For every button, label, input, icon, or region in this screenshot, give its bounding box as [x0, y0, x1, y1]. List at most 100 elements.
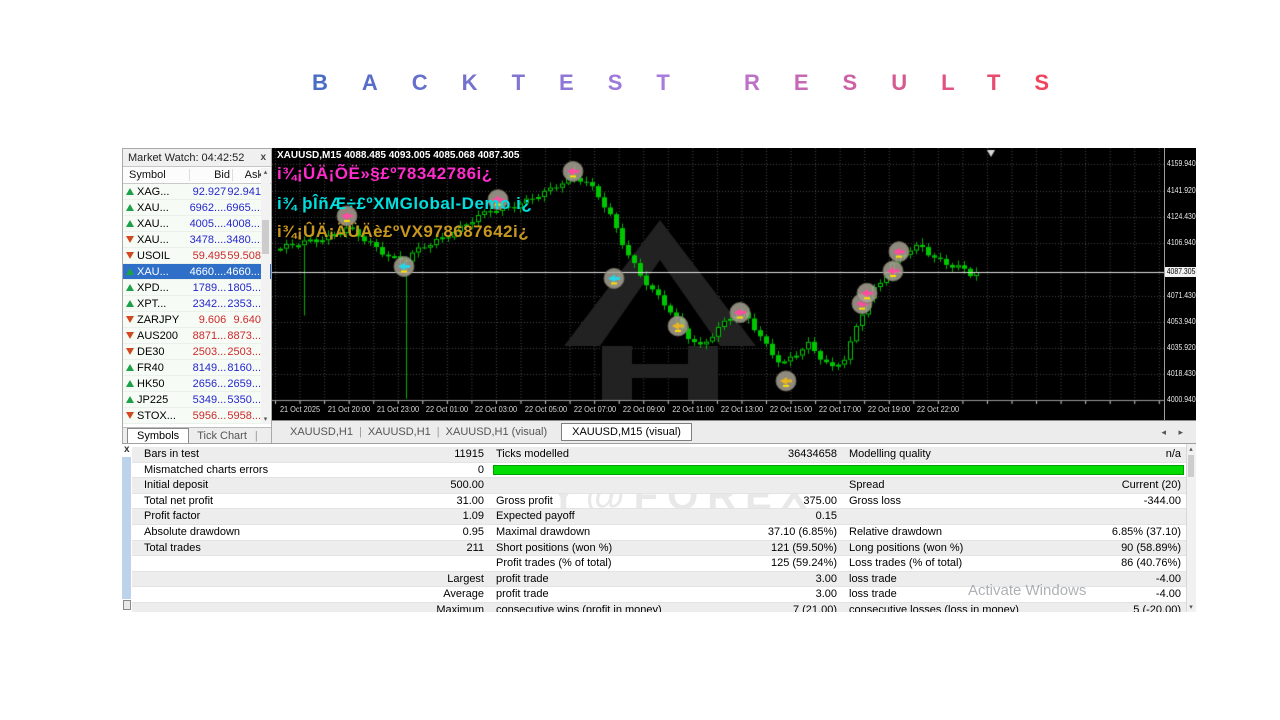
report-row: Bars in test 11915 Ticks modelled 36434658 M… — [132, 447, 1187, 463]
scroll-up-icon[interactable]: ▴ — [1187, 445, 1195, 454]
report-label: Profit trades (% of total) — [496, 557, 612, 570]
report-row: Mismatched charts errors 0 — [132, 463, 1187, 479]
arrow-down-icon — [126, 316, 134, 323]
bid-cell: 8871... — [192, 329, 227, 342]
symbol-label: USOIL — [137, 249, 171, 262]
report-row: Profit factor 1.09 Expected payoff 0.15 — [132, 509, 1187, 525]
report-label: Profit factor — [144, 510, 201, 523]
symbol-label: XPD... — [137, 281, 169, 294]
tab-scroll-arrows-icon[interactable]: ◂ ▸ — [1161, 427, 1188, 438]
report-value: 0 — [477, 463, 484, 476]
page-title: BACKTEST RESULTS — [312, 70, 1083, 96]
market-watch-row[interactable]: ZARJPY 9.606 9.640 — [123, 312, 271, 328]
tab-xauusd-h1-visual-[interactable]: XAUUSD,H1 (visual) — [440, 426, 553, 438]
report-label: Expected payoff — [496, 510, 575, 523]
scrollbar-thumb[interactable] — [1188, 455, 1194, 477]
market-watch-row[interactable]: XAU... 4660.... 4660.... — [123, 264, 271, 280]
report-label: Maximal drawdown — [496, 525, 591, 538]
report-value: 90 (58.89%) — [1121, 541, 1181, 554]
market-watch-row[interactable]: XPT... 2342... 2353... — [123, 296, 271, 312]
symbol-cell: XAU... — [123, 202, 186, 214]
tab-separator: | — [254, 430, 258, 442]
column-bid: Bid — [190, 169, 233, 181]
symbol-label: JP225 — [137, 393, 169, 406]
bid-cell: 2342... — [192, 297, 227, 310]
price-tick-label: 4106.940 — [1167, 237, 1196, 247]
report-value: 0.15 — [815, 510, 837, 523]
bid-cell: 92.927 — [192, 185, 227, 198]
market-watch-row[interactable]: XAU... 6962.... 6965.... — [123, 200, 271, 216]
market-watch-row[interactable]: AUS200 8871... 8873... — [123, 328, 271, 344]
market-watch-row[interactable]: DE30 2503... 2503... — [123, 344, 271, 360]
report-row: Total trades 211 Short positions (won %) 12… — [132, 540, 1187, 557]
market-watch-row[interactable]: XPD... 1789... 1805... — [123, 280, 271, 296]
progress-bar — [493, 464, 1184, 476]
market-watch-panel: Market Watch: 04:42:52 x Symbol Bid Ask … — [122, 148, 272, 444]
report-label: Initial deposit — [144, 479, 209, 492]
symbol-cell: STOX... — [123, 410, 186, 422]
arrow-down-icon — [126, 252, 134, 259]
tab-symbols[interactable]: Symbols — [127, 428, 190, 444]
price-tick-label: 4035.920 — [1167, 343, 1196, 353]
symbol-label: XAG... — [137, 185, 170, 198]
market-watch-scrollbar[interactable]: ▴ ▾ — [261, 168, 270, 424]
report-value: Maximum — [436, 603, 484, 612]
close-icon[interactable]: x — [124, 444, 130, 455]
price-chart-canvas[interactable] — [272, 148, 1164, 420]
market-watch-row[interactable]: USOIL 59.495 59.508 — [123, 248, 271, 264]
scroll-down-icon[interactable]: ▾ — [261, 415, 270, 424]
report-row: Initial deposit 500.00 Spread Current (20) — [132, 478, 1187, 494]
market-watch-row[interactable]: XAU... 4005.... 4008.... — [123, 216, 271, 232]
tab-xauusd-m15-visual-[interactable]: XAUUSD,M15 (visual) — [561, 423, 692, 441]
market-watch-row[interactable]: HK50 2656... 2659... — [123, 376, 271, 392]
time-tick-label: 22 Oct 13:00 — [720, 405, 763, 414]
title-letter: C — [411, 70, 462, 95]
title-letter: E — [559, 70, 608, 95]
symbol-label: FR40 — [137, 361, 164, 374]
scroll-down-icon[interactable]: ▾ — [1187, 603, 1195, 612]
chart-overlay-line-1: i¾¡ÛÄ¡ÕË»§£º78342786i¿ — [277, 164, 493, 183]
report-value: 37.10 (6.85%) — [767, 525, 837, 538]
report-label: Ticks modelled — [496, 448, 569, 460]
bid-cell: 6962.... — [189, 201, 227, 214]
market-watch-header: Symbol Bid Ask — [123, 167, 271, 184]
time-tick-label: 22 Oct 09:00 — [622, 405, 665, 414]
title-letter: S — [842, 70, 892, 95]
report-value — [705, 478, 843, 493]
market-watch-row[interactable]: JP225 5349... 5350... — [123, 392, 271, 408]
symbol-label: HK50 — [137, 377, 165, 390]
bid-cell: 5349... — [192, 393, 227, 406]
tab-xauusd-h1[interactable]: XAUUSD,H1 — [362, 426, 437, 438]
time-tick-label: 21 Oct 23:00 — [377, 405, 420, 414]
mt4-app-window: Market Watch: 04:42:52 x Symbol Bid Ask … — [122, 148, 1198, 613]
market-watch-row[interactable]: STOX... 5956... 5958... — [123, 408, 271, 424]
bid-cell: 4660.... — [189, 265, 227, 278]
report-value: 500.00 — [450, 479, 484, 492]
tab-tick-chart[interactable]: Tick Chart — [189, 429, 255, 444]
report-panel-icon — [123, 600, 131, 610]
market-watch-row[interactable]: FR40 8149... 8160... — [123, 360, 271, 376]
symbol-cell: USOIL — [123, 250, 186, 262]
symbol-cell: XAG... — [123, 186, 186, 198]
page: BACKTEST RESULTS Market Watch: 04:42:52 … — [0, 0, 1280, 720]
arrow-up-icon — [126, 268, 134, 275]
market-watch-row[interactable]: XAG... 92.927 92.941 — [123, 184, 271, 200]
symbol-label: XPT... — [137, 297, 167, 310]
market-watch-row[interactable]: XAU... 3478.... 3480.... — [123, 232, 271, 248]
close-icon[interactable]: x — [260, 152, 266, 163]
symbol-label: XAU... — [137, 233, 169, 246]
scroll-up-icon[interactable]: ▴ — [261, 168, 270, 177]
bid-cell: 2656... — [192, 377, 227, 390]
tab-xauusd-h1[interactable]: XAUUSD,H1 — [284, 426, 359, 438]
chart-overlay-line-3: i¾¡ÛÄ¡ÄÜÄè£ºVX978687642i¿ — [277, 222, 530, 241]
bid-cell: 9.606 — [198, 313, 227, 326]
report-value — [372, 556, 490, 571]
arrow-up-icon — [126, 220, 134, 227]
bid-cell: 2503... — [192, 345, 227, 358]
report-scrollbar[interactable]: ▴ ▾ — [1186, 444, 1196, 612]
scrollbar-thumb[interactable] — [262, 220, 269, 254]
title-letter: S — [1034, 70, 1084, 95]
report-label: Long positions (won %) — [849, 541, 964, 554]
bid-cell: 1789... — [192, 281, 227, 294]
time-tick-label: 21 Oct 20:00 — [328, 405, 371, 414]
